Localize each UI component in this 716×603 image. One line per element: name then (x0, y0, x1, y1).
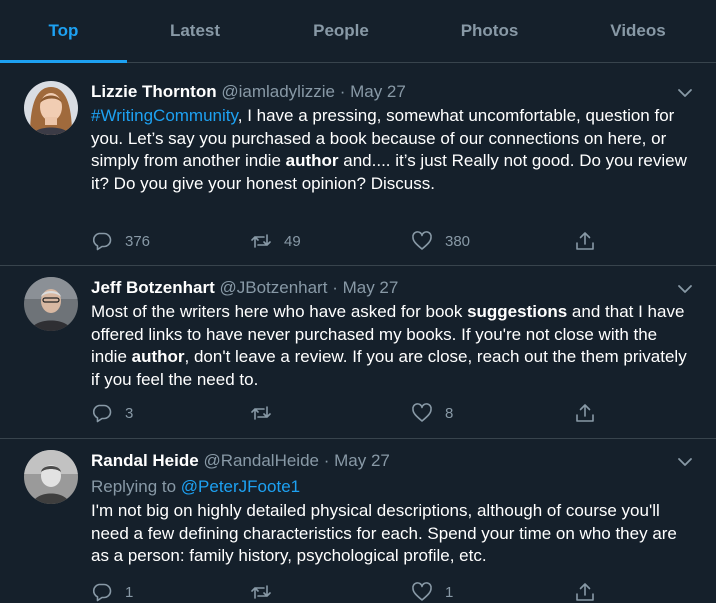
user-handle[interactable]: @JBotzenhart (219, 278, 327, 297)
share-button[interactable] (574, 402, 596, 424)
tweet-text: Most of the writers here who have asked … (91, 301, 691, 391)
user-handle[interactable]: @RandalHeide (203, 451, 319, 470)
tab-label: Videos (610, 21, 666, 40)
like-count: 8 (445, 404, 454, 422)
tweet-date[interactable]: May 27 (343, 278, 399, 297)
tweet-header: Jeff Botzenhart @JBotzenhart · May 27 (91, 278, 398, 298)
tab-top[interactable]: Top (0, 0, 127, 63)
highlighted-term: author (285, 151, 339, 170)
display-name[interactable]: Jeff Botzenhart (91, 278, 215, 297)
user-handle[interactable]: @iamladylizzie (221, 82, 335, 101)
like-icon (412, 403, 432, 422)
reply-count: 1 (125, 583, 134, 601)
share-button[interactable] (574, 230, 596, 252)
tweet-header: Lizzie Thornton @iamladylizzie · May 27 (91, 82, 406, 102)
avatar[interactable] (24, 81, 78, 135)
display-name[interactable]: Lizzie Thornton (91, 82, 217, 101)
highlighted-term: author (131, 347, 185, 366)
tab-label: Top (48, 21, 79, 40)
retweet-button[interactable] (250, 581, 284, 603)
like-button[interactable]: 380 (411, 230, 470, 252)
tab-label: Photos (460, 21, 519, 40)
tweet[interactable]: Randal Heide @RandalHeide · May 27 Reply… (0, 439, 716, 602)
text-segment: Most of the writers here who have asked … (91, 302, 468, 321)
tweet-header: Randal Heide @RandalHeide · May 27 (91, 451, 390, 471)
chevron-down-icon[interactable] (676, 280, 694, 298)
share-icon (576, 404, 594, 422)
reply-button[interactable]: 376 (91, 230, 150, 252)
retweet-icon (251, 585, 271, 599)
reply-count: 376 (125, 232, 151, 250)
text-segment: I'm not big on highly detailed physical … (91, 501, 677, 565)
retweet-icon (251, 234, 271, 248)
tweet-date[interactable]: May 27 (350, 82, 406, 101)
display-name[interactable]: Randal Heide (91, 451, 199, 470)
separator-dot: · (339, 82, 346, 101)
tweet-text: I'm not big on highly detailed physical … (91, 500, 691, 568)
retweet-count: 49 (284, 232, 301, 250)
share-button[interactable] (574, 581, 596, 603)
reply-icon (92, 583, 112, 602)
highlighted-term: suggestions (467, 302, 568, 321)
tweet-date[interactable]: May 27 (334, 451, 390, 470)
like-icon (412, 582, 432, 601)
share-icon (576, 583, 594, 601)
reply-icon (92, 404, 112, 423)
tweet[interactable]: Jeff Botzenhart @JBotzenhart · May 27 Mo… (0, 266, 716, 439)
avatar[interactable] (24, 450, 78, 504)
tweet[interactable]: Lizzie Thornton @iamladylizzie · May 27 … (0, 63, 716, 266)
share-icon (576, 232, 594, 250)
tab-label: Latest (169, 21, 221, 40)
tab-videos[interactable]: Videos (560, 0, 716, 62)
tab-latest[interactable]: Latest (127, 0, 263, 62)
tweet-text: #WritingCommunity, I have a pressing, so… (91, 105, 691, 195)
tab-people[interactable]: People (263, 0, 419, 62)
tab-photos[interactable]: Photos (419, 0, 560, 62)
separator-dot: · (332, 278, 338, 297)
like-button[interactable]: 8 (411, 402, 453, 424)
replying-to-label: Replying to (91, 477, 181, 496)
separator-dot: · (323, 451, 330, 470)
chevron-down-icon[interactable] (676, 84, 694, 102)
like-count: 380 (445, 232, 471, 250)
reply-icon (92, 232, 112, 251)
replying-to: Replying to @PeterJFoote1 (91, 477, 300, 497)
hashtag-link[interactable]: #WritingCommunity (91, 106, 238, 125)
retweet-button[interactable]: 49 (250, 230, 301, 252)
search-tabs: Top Latest People Photos Videos (0, 0, 716, 63)
like-icon (412, 231, 432, 250)
tab-label: People (313, 21, 369, 40)
retweet-button[interactable] (250, 402, 284, 424)
retweet-icon (251, 406, 271, 420)
reply-button[interactable]: 1 (91, 581, 133, 603)
replying-to-handle[interactable]: @PeterJFoote1 (181, 477, 300, 496)
avatar[interactable] (24, 277, 78, 331)
chevron-down-icon[interactable] (676, 453, 694, 471)
like-count: 1 (445, 583, 454, 601)
reply-button[interactable]: 3 (91, 402, 133, 424)
like-button[interactable]: 1 (411, 581, 453, 603)
reply-count: 3 (125, 404, 134, 422)
